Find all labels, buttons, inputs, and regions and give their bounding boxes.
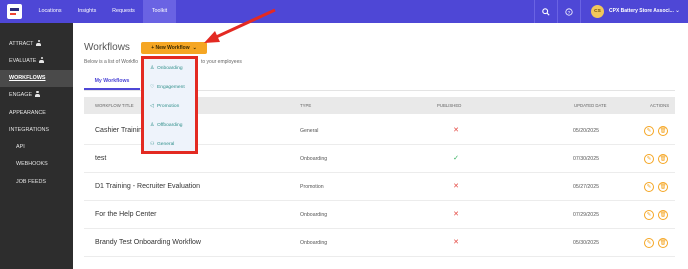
updated-date: 05/20/2025 [573,128,599,134]
column-header-title[interactable]: WORKFLOW TITLE [95,97,134,114]
person-icon: ♙ [150,66,155,71]
edit-icon[interactable]: ✎ [644,210,654,220]
nav-requests[interactable]: Requests [104,0,143,23]
page-description: Below is a list of Workflo [84,59,139,65]
new-workflow-dropdown-menu: ♙ Onboarding ♡ Engagement ◁ Promotion ♙ Offb… [141,56,198,154]
group-icon: ⚇ [150,142,155,147]
column-header-published[interactable]: PUBLISHED [437,97,461,114]
search-icon[interactable] [535,0,557,23]
delete-icon[interactable]: 🗑 [658,182,668,192]
company-logo[interactable] [7,4,22,19]
sidebar-item-evaluate[interactable]: EVALUATE [0,53,73,70]
published-icon: ✓ [453,155,459,162]
workflow-title[interactable]: test [95,145,106,173]
column-header-type[interactable]: TYPE [300,97,311,114]
updated-date: 05/30/2025 [573,240,599,246]
page-description-tail: to your employees [201,59,242,65]
new-workflow-button[interactable]: + New Workflow ⌄ [141,42,207,54]
workflow-type: Onboarding [300,240,328,246]
updated-date: 05/27/2025 [573,184,599,190]
nav-locations[interactable]: Locations [30,0,70,23]
edit-icon[interactable]: ✎ [644,126,654,136]
workflow-title[interactable]: D1 Training - Recruiter Evaluation [95,173,200,201]
workflow-title[interactable]: Brandy Test Onboarding Workflow [95,229,201,257]
sidebar-item-api[interactable]: API [0,139,73,156]
workflow-type: General [300,128,319,134]
updated-date: 07/30/2025 [573,156,599,162]
unpublished-icon: ✕ [453,183,459,190]
delete-icon[interactable]: 🗑 [658,238,668,248]
sidebar-item-integrations[interactable]: INTEGRATIONS [0,122,73,139]
menu-item-promotion[interactable]: ◁ Promotion [150,102,179,112]
person-icon [39,57,45,63]
menu-item-onboarding[interactable]: ♙ Onboarding [150,64,183,74]
sidebar: ATTRACT EVALUATE WORKFLOWS ENGAGE APPEAR… [0,23,73,269]
menu-item-engagement[interactable]: ♡ Engagement [150,83,185,93]
sidebar-item-webhooks[interactable]: WEBHOOKS [0,156,73,173]
divider [580,0,581,23]
table-row[interactable]: D1 Training - Recruiter Evaluation Promo… [84,173,675,201]
unpublished-icon: ✕ [453,211,459,218]
nav-insights[interactable]: Insights [70,0,104,23]
top-navigation-bar: Locations Insights Requests Toolkit ? CS… [0,0,688,23]
heart-icon: ♡ [150,85,155,90]
sidebar-item-workflows[interactable]: WORKFLOWS [0,70,73,87]
tab-my-workflows[interactable]: My Workflows [84,72,140,90]
workflow-type: Onboarding [300,212,328,218]
sidebar-item-job-feeds[interactable]: JOB FEEDS [0,174,73,191]
workflow-type: Onboarding [300,156,328,162]
svg-text:?: ? [568,9,571,15]
page-title: Workflows [84,42,130,53]
updated-date: 07/29/2025 [573,212,599,218]
table-row[interactable]: Brandy Test Onboarding Workflow Onboardi… [84,229,675,257]
delete-icon[interactable]: 🗑 [658,154,668,164]
edit-icon[interactable]: ✎ [644,182,654,192]
megaphone-icon: ◁ [150,104,154,109]
menu-item-general[interactable]: ⚇ General [150,140,174,150]
unpublished-icon: ✕ [453,127,459,134]
sidebar-item-appearance[interactable]: APPEARANCE [0,105,73,122]
person-exit-icon: ♙ [150,123,155,128]
person-icon [36,40,42,46]
column-header-updated[interactable]: UPDATED DATE [574,97,607,114]
nav-toolkit[interactable]: Toolkit [143,0,176,23]
sidebar-item-engage[interactable]: ENGAGE [0,87,73,104]
delete-icon[interactable]: 🗑 [658,210,668,220]
delete-icon[interactable]: 🗑 [658,126,668,136]
unpublished-icon: ✕ [453,239,459,246]
chevron-down-icon[interactable]: ⌄ [675,0,680,23]
sidebar-item-attract[interactable]: ATTRACT [0,36,73,53]
edit-icon[interactable]: ✎ [644,238,654,248]
chevron-down-icon: ⌄ [192,45,197,51]
table-row[interactable]: For the Help Center Onboarding ✕ 07/29/2… [84,201,675,229]
menu-item-offboarding[interactable]: ♙ Offboarding [150,121,182,131]
workflow-type: Promotion [300,184,324,190]
workflow-title[interactable]: Cashier Training [95,117,146,145]
store-selector[interactable]: CPX Battery Store Associ... [609,0,674,23]
edit-icon[interactable]: ✎ [644,154,654,164]
column-header-actions: ACTIONS [650,103,670,108]
person-icon [35,91,41,97]
workflow-title[interactable]: For the Help Center [95,201,156,229]
help-icon[interactable]: ? [558,0,580,23]
store-avatar[interactable]: CS [591,5,604,18]
